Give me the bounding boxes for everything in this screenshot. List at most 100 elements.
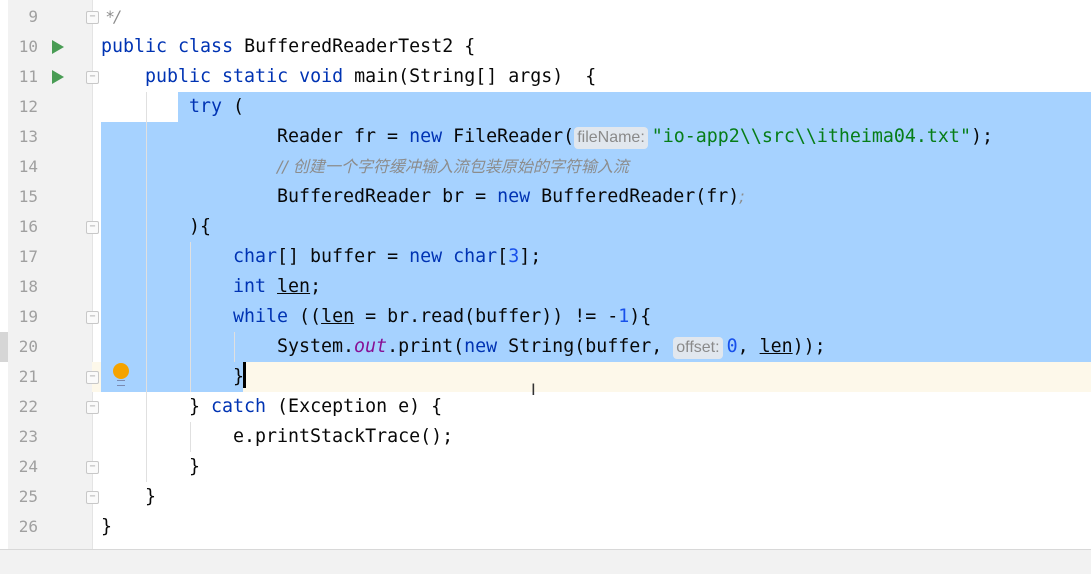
code-line[interactable]: } catch (Exception e) { [189,392,442,422]
code-token: = br.read(buffer)) != - [354,306,619,327]
code-token: len [321,306,355,327]
indent-guide [234,332,235,362]
fold-marker-icon[interactable]: − [86,491,99,504]
selection [178,92,1091,122]
code-token: [] buffer = [277,246,410,267]
code-token: , [737,336,760,357]
line-number: 26 [18,517,38,536]
line-number: 13 [18,127,38,146]
fold-marker-icon[interactable]: − [86,461,99,474]
code-token: BufferedReaderTest2 { [233,36,476,57]
code-token: String(buffer, [497,336,674,357]
code-token: public class [101,36,234,57]
code-token: ){ [189,216,212,237]
code-line[interactable]: while ((len = br.read(buffer)) != -1){ [233,302,651,332]
code-token: */ [101,7,120,26]
line-number: 12 [18,97,38,116]
code-token: ]; [519,246,542,267]
line-number: 10 [18,37,38,56]
code-token: BufferedReader(fr) [530,186,740,207]
code-token: 1 [618,306,630,327]
fold-marker-icon[interactable]: − [86,11,99,24]
indent-guide [146,92,147,482]
code-token: new [409,126,443,147]
code-token: ( [222,96,245,117]
code-token: main(String[] args) { [343,66,597,87]
fold-marker-icon[interactable]: − [86,401,99,414]
fold-marker-icon[interactable]: − [86,371,99,384]
parameter-hint: fileName: [574,127,648,149]
code-token: e.printStackTrace(); [233,426,454,447]
fold-marker-icon[interactable]: − [86,71,99,84]
code-token: } [189,456,201,477]
code-token: } [189,396,212,417]
code-line[interactable]: ){ [189,212,211,242]
code-token: // 创建一个字符缓冲输入流包装原始的字符输入流 [277,157,629,176]
code-token: "io-app2\\src\\itheima04.txt" [651,126,971,147]
code-line[interactable]: try ( [189,92,244,122]
code-token: len [277,276,311,297]
line-number: 18 [18,277,38,296]
indent-guide [190,422,191,452]
code-line[interactable]: } [101,512,112,542]
line-number: 23 [18,427,38,446]
code-token: .print( [387,336,465,357]
code-editor[interactable]: 9 − */ 10 public class BufferedReaderTest2 … [0,0,1091,549]
parameter-hint: offset: [673,337,723,359]
code-token: 3 [508,246,520,267]
code-token: public static void [145,66,344,87]
fold-marker-icon[interactable]: − [86,311,99,324]
code-token: char [233,246,278,267]
line-number: 9 [28,7,38,26]
lightbulb-intention-icon[interactable] [113,363,129,386]
code-token: FileReader( [442,126,575,147]
code-token: catch [211,396,267,417]
code-token: new char [409,246,498,267]
code-token: out [354,336,388,357]
code-line[interactable]: */ [101,2,119,32]
code-line[interactable]: } [189,452,200,482]
run-icon[interactable] [52,70,64,84]
line-number: 22 [18,397,38,416]
code-line[interactable]: char[] buffer = new char[3]; [233,242,541,272]
line-number: 11 [18,67,38,86]
code-token: new [464,336,498,357]
code-token: while [233,306,289,327]
status-bar [0,549,1091,574]
code-token: System. [277,336,355,357]
code-token: len [759,336,793,357]
line-number: 17 [18,247,38,266]
line-number: 16 [18,217,38,236]
code-token: new [497,186,531,207]
line-number: 14 [18,157,38,176]
run-icon[interactable] [52,40,64,54]
code-token: } [145,486,157,507]
code-token: ; [739,187,745,206]
code-line[interactable]: public static void main(String[] args) { [145,62,596,92]
code-line[interactable]: e.printStackTrace(); [233,422,453,452]
code-token: ){ [629,306,652,327]
line-number: 20 [18,337,38,356]
line-number: 15 [18,187,38,206]
line-number: 24 [18,457,38,476]
code-line[interactable]: public class BufferedReaderTest2 { [101,32,475,62]
code-line[interactable]: System.out.print(new String(buffer, offs… [277,332,826,362]
fold-marker-icon[interactable]: − [86,221,99,234]
code-line[interactable]: Reader fr = new FileReader(fileName: "io-… [277,122,993,152]
line-number: 19 [18,307,38,326]
code-token: int [233,276,267,297]
line-number: 25 [18,487,38,506]
code-token: Reader fr = [277,126,410,147]
code-line[interactable]: // 创建一个字符缓冲输入流包装原始的字符输入流 [277,152,629,182]
code-line[interactable]: BufferedReader br = new BufferedReader(f… [277,182,745,212]
code-token: [ [497,246,509,267]
gutter-marker [0,332,8,362]
code-line[interactable]: } [145,482,156,512]
code-token: (Exception e) { [266,396,443,417]
code-token: (( [288,306,322,327]
code-token: try [189,96,223,117]
code-line[interactable]: int len; [233,272,321,302]
indent-guide [190,242,191,392]
code-token: ; [310,276,322,297]
